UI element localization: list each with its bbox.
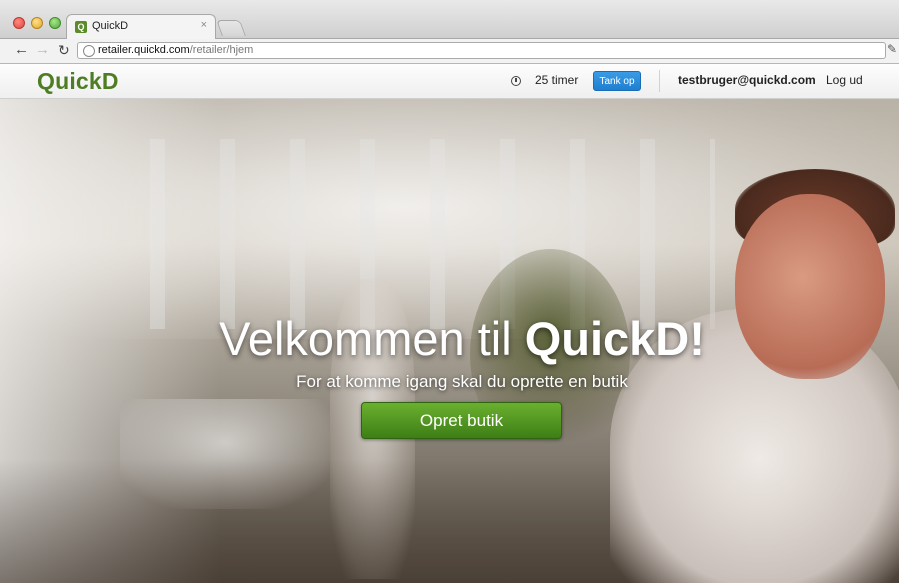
zoom-window-button[interactable]	[49, 17, 61, 29]
url-text: retailer.quickd.com/retailer/hjem	[98, 44, 253, 56]
reload-button[interactable]: ↻	[58, 42, 70, 58]
wrench-icon[interactable]: ✎	[887, 42, 897, 56]
welcome-subtitle: For at komme igang skal du oprette en bu…	[296, 372, 628, 391]
minimize-window-button[interactable]	[31, 17, 43, 29]
clock-icon	[511, 76, 521, 86]
app-header: QuickD 25 timer Tank op testbruger@quick…	[0, 64, 899, 99]
url-path: /retailer/hjem	[189, 44, 254, 56]
address-bar[interactable]: retailer.quickd.com/retailer/hjem	[77, 42, 886, 59]
remaining-time: 25 timer	[535, 73, 579, 87]
topup-button[interactable]: Tank op	[593, 71, 641, 91]
logout-link[interactable]: Log ud	[826, 73, 863, 87]
close-window-button[interactable]	[13, 17, 25, 29]
forward-button[interactable]: →	[35, 42, 50, 58]
tab-close-icon[interactable]: ×	[201, 19, 207, 31]
back-button[interactable]: ←	[14, 42, 29, 58]
tab-bar: Q QuickD ×	[0, 0, 899, 39]
header-divider	[659, 70, 660, 92]
welcome-heading: Velkommen til QuickD!	[0, 311, 899, 366]
url-host: retailer.quickd.com	[98, 44, 190, 56]
globe-icon	[83, 45, 95, 57]
quickd-favicon-icon: Q	[75, 21, 87, 33]
welcome-heading-brand: QuickD!	[524, 312, 705, 365]
new-tab-button[interactable]	[216, 20, 246, 36]
browser-window: Q QuickD × ← → ↻ retailer.quickd.com/ret…	[0, 0, 899, 583]
browser-tab[interactable]: Q QuickD ×	[66, 14, 216, 39]
arrow-right-icon: →	[35, 41, 50, 58]
user-email[interactable]: testbruger@quickd.com	[678, 73, 816, 87]
hero-section: Velkommen til QuickD! For at komme igang…	[0, 99, 899, 583]
arrow-left-icon: ←	[14, 41, 29, 58]
welcome-heading-prefix: Velkommen til	[219, 312, 525, 365]
reload-icon: ↻	[58, 42, 70, 58]
quickd-logo[interactable]: QuickD	[37, 68, 119, 95]
tab-title: QuickD	[92, 20, 129, 32]
create-store-button[interactable]: Opret butik	[361, 402, 562, 439]
browser-toolbar: ← → ↻ retailer.quickd.com/retailer/hjem …	[0, 39, 899, 64]
